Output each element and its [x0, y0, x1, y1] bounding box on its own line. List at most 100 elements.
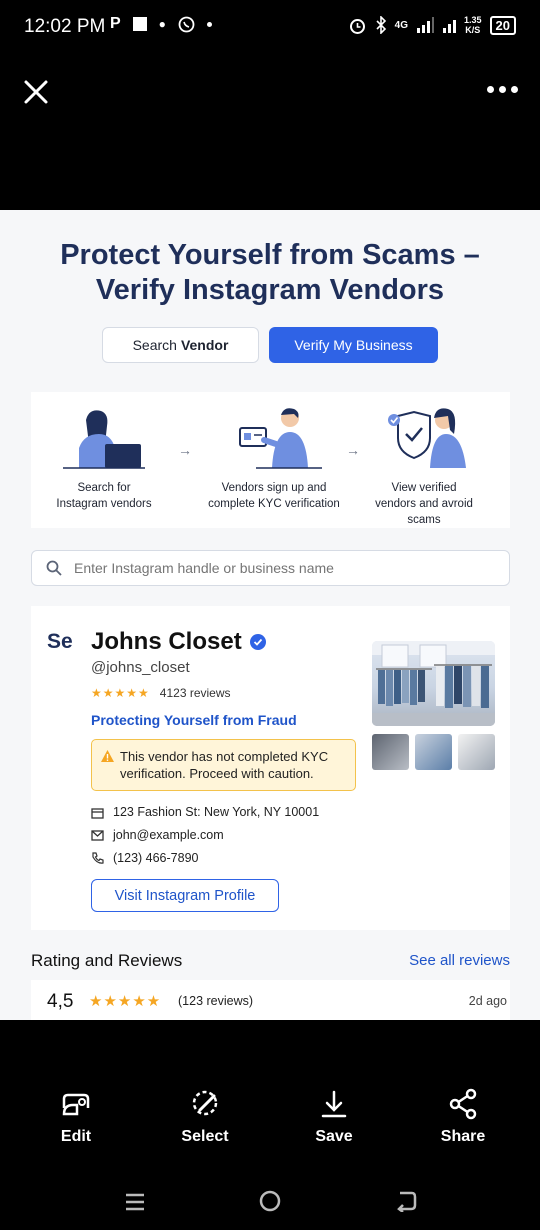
status-time: 12:02 PM — [24, 16, 106, 37]
image-content: Protect Yourself from Scams – Verify Ins… — [0, 210, 540, 1020]
step-kyc-label: Vendors sign up and complete KYC verific… — [199, 480, 349, 512]
bottom-action-bar: Edit Select Save Share — [0, 1020, 540, 1180]
store-icon — [91, 807, 104, 819]
fraud-protection-link[interactable]: Protecting Yourself from Fraud — [91, 712, 297, 728]
visit-instagram-button[interactable]: Visit Instagram Profile — [91, 879, 279, 912]
step-verified: View verified vendors and avroid scams — [349, 392, 499, 528]
warning-icon — [101, 750, 114, 762]
step-3-line-3: scams — [407, 514, 441, 526]
step-3-line-2: vendors and avroid — [375, 498, 473, 510]
reviews-heading: Rating and Reviews — [31, 951, 183, 970]
close-icon[interactable] — [22, 78, 50, 106]
download-icon — [321, 1090, 347, 1118]
review-score: 4,5 — [47, 991, 74, 1012]
whatsapp-icon — [178, 16, 195, 32]
thumbnail-1[interactable] — [372, 734, 409, 770]
search-vendor-bold: Vendor — [180, 337, 229, 353]
vendor-name: Johns Closet — [91, 628, 266, 656]
save-button[interactable]: Save — [284, 1088, 384, 1146]
back-icon[interactable] — [393, 1190, 417, 1212]
dot-icon — [206, 21, 212, 27]
step-verified-label: View verified vendors and avroid scams — [349, 480, 499, 528]
vendor-card: Se Johns Closet @johns_closet ★★★★★ 4123… — [31, 606, 510, 930]
recents-icon[interactable] — [124, 1191, 146, 1213]
speed-indicator: 1.35 K/S — [464, 15, 482, 35]
viewer-top-bar — [0, 54, 540, 210]
mail-icon — [91, 829, 104, 841]
verify-business-button[interactable]: Verify My Business — [269, 327, 438, 363]
search-vendor-prefix: Search — [132, 337, 177, 353]
bluetooth-icon — [376, 16, 386, 34]
warning-text: This vendor has not completed KYC verifi… — [120, 749, 329, 781]
notification-icons: P ● — [110, 15, 212, 33]
edit-label: Edit — [60, 1128, 92, 1145]
step-kyc: Vendors sign up and complete KYC verific… — [199, 392, 349, 512]
review-count: 4123 reviews — [159, 686, 231, 700]
review-total: (123 reviews) — [178, 994, 254, 1008]
battery-icon: 20 — [489, 15, 516, 35]
step-2-line-1: Vendors sign up and — [221, 482, 327, 494]
search-input[interactable] — [74, 560, 474, 576]
clothing-rack-image — [372, 641, 495, 726]
speed-unit: K/S — [465, 25, 481, 35]
share-icon — [449, 1088, 477, 1120]
drop-icon: ● — [158, 17, 166, 31]
more-options-button[interactable] — [487, 86, 518, 93]
signal-icon — [417, 17, 434, 33]
see-all-reviews-link[interactable]: See all reviews — [409, 952, 510, 969]
step-search-label: Search for Instagram vendors — [29, 480, 179, 512]
share-button[interactable]: Share — [413, 1088, 513, 1146]
email-row: john@example.com — [91, 828, 224, 842]
rating-stars: ★★★★★ — [91, 686, 150, 700]
arrow-icon: → — [178, 442, 192, 458]
search-icon — [46, 560, 62, 576]
status-right: 4G 1.35 K/S 20 — [348, 15, 516, 35]
home-icon[interactable] — [258, 1189, 282, 1213]
address-row: 123 Fashion St: New York, NY 10001 — [91, 805, 319, 819]
search-vendor-button[interactable]: Search Vendor — [102, 327, 259, 363]
title-line-1: Protect Yourself from Scams – — [60, 239, 480, 271]
vendor-rating: ★★★★★ 4123 reviews — [91, 686, 231, 700]
parking-icon: P — [110, 15, 121, 32]
save-label: Save — [315, 1128, 353, 1145]
page-title: Protect Yourself from Scams – Verify Ins… — [0, 238, 540, 308]
phone-text: (123) 466-7890 — [113, 851, 199, 865]
square-icon — [132, 17, 147, 31]
vendor-handle: @johns_closet — [91, 659, 190, 676]
thumbnail-3[interactable] — [458, 734, 495, 770]
email-text: john@example.com — [113, 828, 224, 842]
edit-button[interactable]: Edit — [26, 1088, 126, 1146]
truncated-label: Se — [47, 630, 73, 653]
alarm-icon — [349, 18, 365, 34]
kyc-warning: This vendor has not completed KYC verifi… — [91, 739, 356, 791]
system-nav-bar — [0, 1180, 540, 1230]
verified-badge-icon — [249, 634, 266, 650]
review-date: 2d ago — [468, 994, 507, 1008]
review-summary: 4,5 ★★★★★ (123 reviews) 2d ago — [31, 980, 510, 1020]
select-button[interactable]: Select — [155, 1088, 255, 1146]
signal2-icon — [443, 20, 456, 33]
thumbnail-2[interactable] — [415, 734, 452, 770]
status-bar: 12:02 PM P ● 4G 1.35 K/S 20 — [0, 0, 540, 54]
step-3-line-1: View verified — [391, 482, 457, 494]
person-id-card-icon — [239, 408, 322, 469]
phone-row: (123) 466-7890 — [91, 851, 198, 865]
how-it-works: Search for Instagram vendors → Vendors s… — [31, 392, 510, 528]
lasso-select-icon — [192, 1090, 218, 1116]
person-laptop-icon — [63, 410, 145, 469]
step-1-line-2: Instagram vendors — [56, 498, 152, 510]
network-label: 4G — [394, 19, 408, 31]
step-search: Search for Instagram vendors — [29, 392, 179, 512]
step-2-line-2: complete KYC verification — [208, 498, 340, 510]
speed-value: 1.35 — [464, 15, 482, 25]
store-photo[interactable] — [372, 641, 495, 726]
step-1-line-1: Search for — [77, 482, 131, 494]
select-label: Select — [181, 1128, 229, 1145]
address-text: 123 Fashion St: New York, NY 10001 — [113, 805, 320, 819]
review-stars: ★★★★★ — [89, 993, 162, 1010]
vendor-search-field[interactable] — [31, 550, 510, 586]
vendor-name-text: Johns Closet — [91, 628, 242, 655]
phone-icon — [92, 851, 104, 864]
title-line-2: Verify Instagram Vendors — [95, 274, 445, 306]
edit-icon — [62, 1093, 90, 1116]
